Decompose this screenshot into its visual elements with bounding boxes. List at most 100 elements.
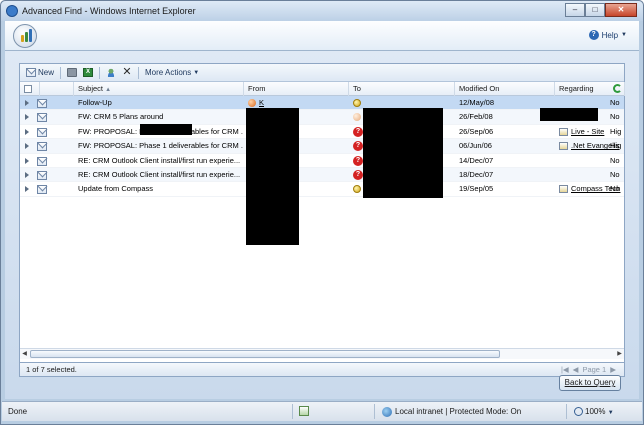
priority-cell: Hig: [610, 126, 622, 136]
refresh-icon: [613, 83, 622, 93]
back-to-query-button[interactable]: Back to Query: [559, 375, 621, 391]
first-page-icon[interactable]: |◀: [561, 365, 569, 374]
expand-row-icon[interactable]: [25, 114, 29, 121]
close-button[interactable]: ✕: [605, 3, 637, 17]
contact-icon: [353, 185, 361, 194]
email-icon: [37, 185, 47, 195]
regarding-value: Live - Site: [571, 126, 605, 136]
expand-row-icon[interactable]: [25, 186, 29, 193]
table-row[interactable]: FW: CRM 5 Plans aroundFS26/Feb/08No: [20, 110, 624, 125]
email-icon: [37, 156, 47, 166]
expand-row-icon[interactable]: [25, 171, 29, 178]
scroll-left-icon[interactable]: ◀: [20, 350, 29, 359]
from-value: K: [259, 98, 265, 107]
icon-column-header: [40, 82, 74, 96]
status-text: Done: [8, 407, 28, 416]
grid-footer: 1 of 7 selected. |◀ ◀ Page 1 ▶: [19, 363, 625, 377]
grid-toolbar: New X ✕ More Actions ▼: [20, 64, 624, 82]
back-to-query-label: Back to Query: [564, 378, 616, 387]
pager: |◀ ◀ Page 1 ▶: [561, 365, 616, 374]
regarding-record-icon: [559, 185, 568, 194]
priority-cell: No: [610, 184, 620, 194]
excel-icon: X: [83, 68, 94, 77]
column-header-to[interactable]: To: [349, 82, 455, 96]
help-label: Help: [601, 30, 619, 40]
toolbar-divider: [99, 66, 101, 79]
maximize-button[interactable]: □: [585, 3, 605, 17]
contact-icon: [353, 113, 361, 122]
assign-button[interactable]: [103, 66, 119, 80]
table-row[interactable]: RE: CRM Outlook Client install/first run…: [20, 154, 624, 168]
table-row[interactable]: RE: CRM Outlook Client install/first run…: [20, 167, 624, 183]
more-actions-button[interactable]: More Actions ▼: [142, 66, 202, 80]
ie-icon: [6, 5, 18, 17]
sender-icon: [248, 99, 256, 108]
grid-header: Subject ▲ From To Modified On Regarding: [20, 82, 625, 96]
redacted-block: [246, 108, 299, 245]
table-row[interactable]: Update from CompassWL19/Sep/05Compass Te…: [20, 182, 624, 197]
unresolved-recipient-icon: ?: [353, 155, 363, 166]
zone-label: Local intranet | Protected Mode: On: [395, 407, 522, 417]
popup-blocker-icon[interactable]: [299, 406, 309, 416]
expand-row-icon[interactable]: [25, 128, 29, 135]
minimize-button[interactable]: –: [565, 3, 585, 17]
column-header-from[interactable]: From: [244, 82, 349, 96]
print-icon: [67, 68, 78, 77]
table-row[interactable]: FW: PROPOSAL: Phase 1 deliverables for C…: [20, 139, 624, 154]
modified-on-cell: 19/Sep/05: [459, 184, 494, 194]
column-header-subject[interactable]: Subject ▲: [74, 82, 244, 96]
previous-page-icon[interactable]: ◀: [573, 365, 579, 374]
chevron-down-icon: ▼: [193, 69, 200, 76]
expand-row-icon[interactable]: [25, 100, 29, 106]
new-button[interactable]: New: [23, 66, 57, 80]
select-all-column: [20, 82, 40, 96]
horizontal-scrollbar[interactable]: ◀ ▶: [20, 348, 624, 359]
delete-button[interactable]: ✕: [119, 66, 135, 80]
subject-cell[interactable]: RE: CRM Outlook Client install/first run…: [78, 154, 243, 168]
table-row[interactable]: FW: PROPOSAL: Phase 1 deliverables for C…: [20, 125, 624, 140]
unresolved-recipient-icon: ?: [353, 126, 363, 137]
export-excel-button[interactable]: X: [80, 66, 96, 80]
scrollbar-thumb[interactable]: [30, 350, 500, 358]
chevron-down-icon: ▼: [621, 32, 627, 38]
redacted-block: [140, 124, 192, 135]
subject-cell[interactable]: FW: CRM 5 Plans around: [78, 110, 243, 124]
next-page-icon[interactable]: ▶: [610, 365, 616, 374]
regarding-record-icon: [559, 127, 568, 136]
unresolved-recipient-icon: ?: [353, 169, 363, 180]
results-panel: New X ✕ More Actions ▼ Subject ▲ From To…: [19, 63, 625, 363]
email-icon: [37, 113, 47, 123]
email-icon: [37, 99, 47, 108]
subject-cell[interactable]: Update from Compass: [78, 182, 243, 196]
page-number: Page 1: [582, 365, 607, 374]
expand-row-icon[interactable]: [25, 157, 29, 164]
print-button[interactable]: [64, 66, 80, 80]
expand-row-icon[interactable]: [25, 143, 29, 150]
caption-buttons: – □ ✕: [565, 3, 637, 17]
email-icon: [37, 142, 47, 152]
toolbar-divider: [60, 66, 62, 79]
contact-icon: [353, 99, 361, 108]
help-icon: ?: [588, 30, 599, 40]
select-all-checkbox[interactable]: [24, 85, 32, 94]
new-email-icon: [26, 68, 36, 77]
modified-on-cell: 06/Jun/06: [459, 141, 492, 151]
subject-cell[interactable]: FW: PROPOSAL: Phase 1 deliverables for C…: [78, 139, 243, 153]
scroll-right-icon[interactable]: ▶: [615, 350, 624, 359]
more-actions-label: More Actions: [145, 68, 192, 77]
status-bar: Done Local intranet | Protected Mode: On…: [2, 401, 642, 421]
help-menu[interactable]: ? Help ▼: [588, 30, 627, 40]
refresh-grid-button[interactable]: [609, 82, 624, 96]
subject-cell[interactable]: Follow-Up: [78, 96, 243, 110]
security-zone[interactable]: Local intranet | Protected Mode: On: [382, 407, 521, 417]
zoom-control[interactable]: 100% ▼: [574, 407, 614, 417]
priority-cell: No: [610, 169, 620, 179]
subject-cell[interactable]: RE: CRM Outlook Client install/first run…: [78, 168, 243, 182]
column-label: From: [248, 84, 266, 93]
column-header-modified-on[interactable]: Modified On: [455, 82, 555, 96]
modified-on-cell: 14/Dec/07: [459, 155, 494, 165]
table-row[interactable]: Follow-Up K 12/May/08 No: [20, 96, 624, 111]
delete-icon: ✕: [122, 66, 132, 78]
redacted-block: [363, 108, 443, 198]
toolbar-divider: [138, 66, 140, 79]
